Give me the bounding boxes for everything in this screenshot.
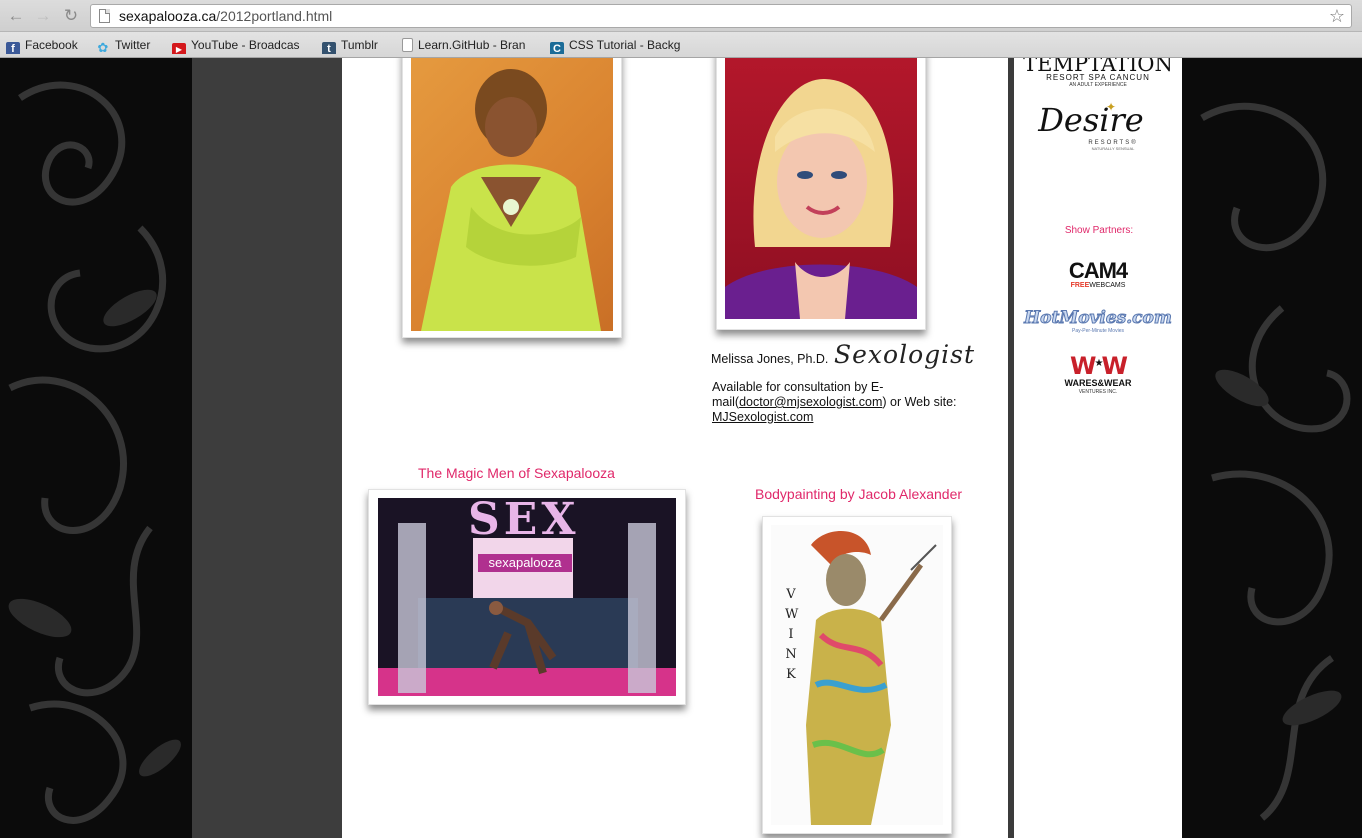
bookmark-label: Twitter [115, 38, 151, 52]
bookmark-label: CSS Tutorial - Backg [569, 38, 681, 52]
bookmark-label: YouTube - Broadcas [191, 38, 300, 52]
wares-wear-logo[interactable]: W★W WARES&WEAR VENTURES INC. [1014, 352, 1182, 395]
twitter-icon: ✿ [97, 40, 109, 55]
bookmark-tumblr[interactable]: t Tumblr [322, 36, 386, 54]
swirl-background-left [0, 58, 192, 838]
wares-wear-name: WARES&WEAR [1064, 378, 1132, 388]
bio-middle: ) or Web site: [882, 395, 957, 409]
desire-resorts-logo[interactable]: ✦ Desire RESORTS® NATURALLY SENSUAL [1014, 100, 1182, 151]
main-content: Melissa Jones, Ph.D. Sexologist Availabl… [342, 58, 1008, 838]
sponsor-sidebar: TEMPTATION RESORT SPA CANCUN AN ADULT EX… [1014, 58, 1182, 838]
desire-name: Desire [1038, 101, 1144, 139]
bookmarks-bar: f Facebook ✿ Twitter ▶ YouTube - Broadcas t… [0, 32, 1362, 58]
css-icon: C [550, 42, 564, 54]
wares-wear-sub: VENTURES INC. [1078, 389, 1118, 395]
forward-arrow-icon[interactable]: → [33, 6, 53, 26]
url-text: sexapalooza.ca/2012portland.html [119, 5, 332, 27]
cam4-logo[interactable]: CAM4 FREEWEBCAMS [1014, 260, 1182, 290]
melissa-bio: Available for consultation by E-mail(doc… [712, 380, 972, 425]
magic-men-title: The Magic Men of Sexapalooza [418, 465, 615, 481]
cam4-free: FREE [1070, 282, 1090, 289]
browser-toolbar: ← → ↻ sexapalooza.ca/2012portland.html ☆ [0, 0, 1362, 32]
magic-men-photo-frame: SEX sexapalooza [368, 489, 686, 705]
melissa-name: Melissa Jones, Ph.D. [711, 352, 829, 366]
bookmark-star-icon[interactable]: ☆ [1329, 5, 1345, 27]
temptation-logo[interactable]: TEMPTATION RESORT SPA CANCUN AN ADULT EX… [1014, 58, 1182, 88]
reload-icon[interactable]: ↻ [61, 6, 81, 26]
hotmovies-logo[interactable]: HotMovies.com Pay-Per-Minute Movies [1014, 308, 1182, 335]
bookmark-label: Tumblr [341, 38, 378, 52]
url-path: /2012portland.html [216, 8, 333, 24]
back-arrow-icon[interactable]: ← [6, 6, 26, 26]
melissa-name-row: Melissa Jones, Ph.D. [711, 352, 828, 367]
magic-men-photo: SEX sexapalooza [378, 498, 676, 696]
desire-tag: NATURALLY SENSUAL [1091, 146, 1135, 151]
bookmark-label: Learn.GitHub - Bran [418, 38, 526, 52]
bookmark-youtube[interactable]: ▶ YouTube - Broadcas [172, 36, 306, 54]
sexapalooza-banner: sexapalooza [478, 554, 572, 572]
hotmovies-name: HotMovies.com [1024, 308, 1173, 329]
cam4-name: CAM4 [1068, 258, 1128, 283]
left-gray-column [192, 58, 342, 838]
page-icon [99, 9, 110, 23]
show-partners-label: Show Partners: [1064, 225, 1134, 236]
bookmark-learn-github[interactable]: Learn.GitHub - Bran [402, 36, 536, 54]
temptation-tag: AN ADULT EXPERIENCE [1069, 82, 1127, 88]
bookmark-facebook[interactable]: f Facebook [6, 36, 84, 54]
bookmark-label: Facebook [25, 38, 78, 52]
wares-wear-mark: W★W [1070, 352, 1128, 380]
bodypainting-photo: VWINK [771, 525, 943, 825]
web-page: Melissa Jones, Ph.D. Sexologist Availabl… [0, 58, 1362, 838]
sex-sign: SEX [468, 498, 580, 545]
facebook-icon: f [6, 42, 20, 54]
youtube-icon: ▶ [172, 43, 186, 54]
address-bar[interactable]: sexapalooza.ca/2012portland.html ☆ [90, 4, 1352, 28]
swirl-background-right [1182, 58, 1362, 838]
sexologist-logo: Sexologist [834, 340, 975, 369]
bookmark-css-tutorial[interactable]: C CSS Tutorial - Backg [550, 36, 686, 54]
desire-bird-icon: ✦ [1106, 100, 1117, 114]
hotmovies-tag: Pay-Per-Minute Movies [1072, 328, 1124, 334]
cam4-webcams: WEBCAMS [1089, 282, 1126, 289]
bookmark-twitter[interactable]: ✿ Twitter [96, 36, 160, 54]
performer-photo-frame [402, 58, 622, 338]
vwink-side-text: VWINK [785, 587, 799, 682]
performer-photo [411, 58, 613, 331]
page-icon [402, 38, 413, 52]
tumblr-icon: t [322, 42, 336, 54]
email-link[interactable]: doctor@mjsexologist.com [739, 395, 882, 409]
bodypainting-photo-frame: VWINK [762, 516, 952, 834]
melissa-jones-photo-frame [716, 58, 926, 330]
sexologist-logo-text: Sexologist [834, 340, 975, 369]
bodypainting-title: Bodypainting by Jacob Alexander [755, 486, 963, 502]
website-link[interactable]: MJSexologist.com [712, 410, 813, 424]
url-host: sexapalooza.ca [119, 8, 217, 24]
melissa-jones-photo [725, 58, 917, 319]
